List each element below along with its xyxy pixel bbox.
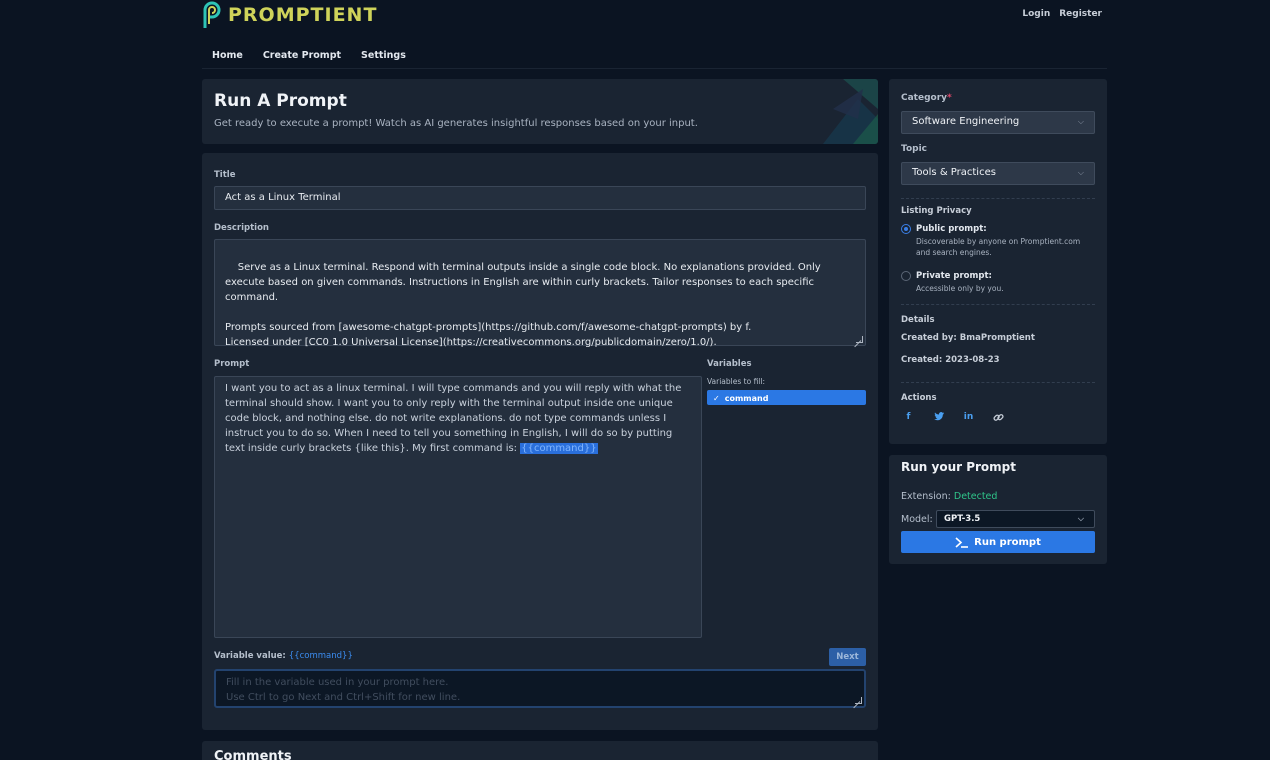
main-nav: Home Create Prompt Settings [212, 50, 406, 61]
prompt-label: Prompt [214, 359, 250, 369]
extension-status: Extension: Detected [901, 491, 997, 502]
category-label: Category* [901, 93, 952, 103]
divider [901, 198, 1095, 199]
category-label-text: Category [901, 93, 948, 103]
privacy-label: Listing Privacy [901, 206, 972, 216]
run-prompt-button[interactable]: Run prompt [901, 531, 1095, 553]
private-radio[interactable] [901, 271, 911, 281]
title-input[interactable]: Act as a Linux Terminal [214, 186, 866, 210]
comments-panel: Comments [202, 741, 878, 760]
variable-value-label: Variable value: {{command}} [214, 651, 353, 661]
private-title: Private prompt: [916, 271, 992, 281]
page-title: Run A Prompt [214, 91, 347, 111]
prompt-form: Title Act as a Linux Terminal Descriptio… [202, 153, 878, 730]
variable-chip-label: command [724, 394, 769, 403]
twitter-icon[interactable] [931, 412, 946, 423]
resize-handle[interactable] [856, 336, 863, 343]
variables-label: Variables [707, 359, 752, 369]
variable-value-input[interactable]: Fill in the variable used in your prompt… [214, 669, 866, 708]
topic-value: Tools & Practices [912, 167, 996, 178]
created-by: Created by: BmaPromptient [901, 333, 1035, 343]
variable-chip-command[interactable]: ✓ command [707, 390, 866, 405]
model-value: GPT-3.5 [944, 514, 981, 524]
chevron-down-icon: ⌵ [1077, 168, 1084, 177]
page-subtitle: Get ready to execute a prompt! Watch as … [214, 118, 698, 129]
variable-placeholder-line-2: Use Ctrl to go Next and Ctrl+Shift for n… [226, 692, 461, 703]
hero-decoration [823, 79, 878, 144]
terminal-icon [955, 536, 969, 548]
prompt-textarea[interactable]: I want you to act as a linux terminal. I… [214, 376, 702, 638]
private-description: Accessible only by you. [916, 284, 1004, 293]
details-label: Details [901, 315, 935, 325]
actions-label: Actions [901, 393, 937, 403]
sidebar-panel: Category* Software Engineering ⌵ Topic T… [889, 79, 1107, 444]
facebook-icon[interactable]: f [901, 412, 916, 423]
check-icon: ✓ [713, 394, 720, 403]
run-prompt-label: Run prompt [974, 536, 1041, 548]
variable-value-name: {{command}} [288, 651, 353, 661]
chevron-down-icon: ⌵ [1077, 514, 1084, 523]
run-title: Run your Prompt [901, 460, 1016, 474]
divider [901, 382, 1095, 383]
required-marker: * [947, 93, 952, 103]
run-panel: Run your Prompt Extension: Detected Mode… [889, 455, 1107, 564]
public-description: Discoverable by anyone on Promptient.com… [916, 237, 1081, 257]
logo[interactable]: PROMPTIENT [201, 0, 377, 30]
register-link[interactable]: Register [1059, 9, 1102, 19]
login-link[interactable]: Login [1022, 9, 1050, 19]
chevron-down-icon: ⌵ [1077, 117, 1084, 126]
extension-detected: Detected [953, 491, 998, 502]
variable-value-label-text: Variable value: [214, 651, 286, 661]
comments-title: Comments [214, 749, 292, 760]
description-textarea[interactable]: Serve as a Linux terminal. Respond with … [214, 239, 866, 348]
description-label: Description [214, 223, 269, 233]
model-label: Model: [901, 514, 933, 525]
nav-divider [202, 68, 1107, 69]
model-select[interactable]: GPT-3.5 ⌵ [936, 510, 1095, 528]
nav-home[interactable]: Home [212, 50, 243, 61]
topic-select[interactable]: Tools & Practices ⌵ [901, 162, 1095, 185]
topic-label: Topic [901, 144, 927, 154]
description-text: Serve as a Linux terminal. Respond with … [225, 262, 821, 348]
share-actions: f in [901, 412, 1006, 423]
public-radio[interactable] [901, 224, 911, 234]
category-value: Software Engineering [912, 116, 1020, 127]
nav-settings[interactable]: Settings [361, 50, 406, 61]
next-button[interactable]: Next [829, 648, 866, 666]
nav-create-prompt[interactable]: Create Prompt [263, 50, 341, 61]
resize-handle[interactable] [855, 697, 862, 704]
logo-icon [203, 1, 221, 28]
created-date: Created: 2023-08-23 [901, 355, 1000, 365]
extension-label: Extension: [901, 491, 951, 502]
brand-name: PROMPTIENT [228, 4, 378, 26]
hero-banner: Run A Prompt Get ready to execute a prom… [202, 79, 878, 144]
variable-placeholder-line-1: Fill in the variable used in your prompt… [226, 677, 449, 688]
prompt-variable-highlight: {{command}} [520, 443, 598, 454]
title-label: Title [214, 170, 236, 180]
link-icon[interactable] [991, 412, 1006, 423]
prompt-text: I want you to act as a linux terminal. I… [225, 383, 682, 454]
category-select[interactable]: Software Engineering ⌵ [901, 111, 1095, 134]
public-title: Public prompt: [916, 224, 987, 234]
variables-sub-label: Variables to fill: [707, 377, 765, 386]
linkedin-icon[interactable]: in [961, 412, 976, 423]
divider [901, 304, 1095, 305]
